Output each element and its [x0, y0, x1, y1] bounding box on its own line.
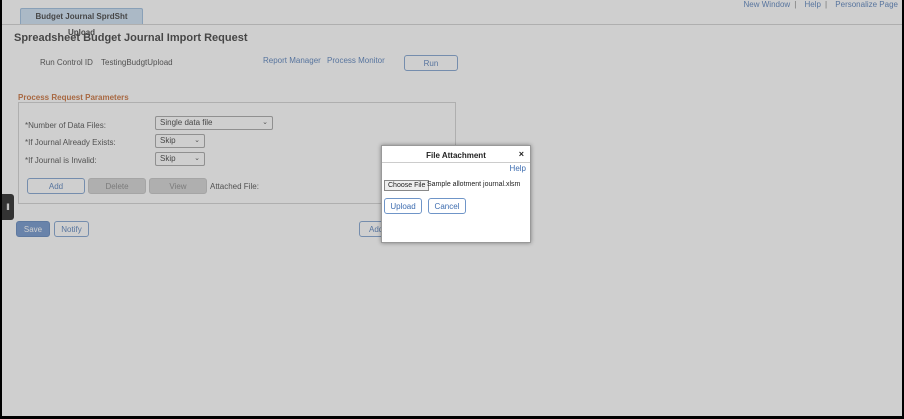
side-panel-handle-icon[interactable]: ‖ — [2, 194, 14, 220]
selected-file-name: Sample allotment journal.xlsm — [427, 181, 521, 188]
page-frame: New Window | Help | Personalize Page Budge… — [2, 0, 902, 416]
choose-file-button[interactable]: Choose File — [384, 180, 430, 191]
dialog-title: File Attachment — [426, 151, 486, 160]
close-icon[interactable]: × — [519, 149, 524, 159]
dialog-help-link[interactable]: Help — [510, 164, 526, 173]
cancel-button[interactable]: Cancel — [428, 198, 466, 214]
file-attachment-dialog: File Attachment × Help Choose File Sampl… — [381, 145, 531, 243]
upload-button[interactable]: Upload — [384, 198, 422, 214]
dialog-divider — [382, 162, 530, 163]
